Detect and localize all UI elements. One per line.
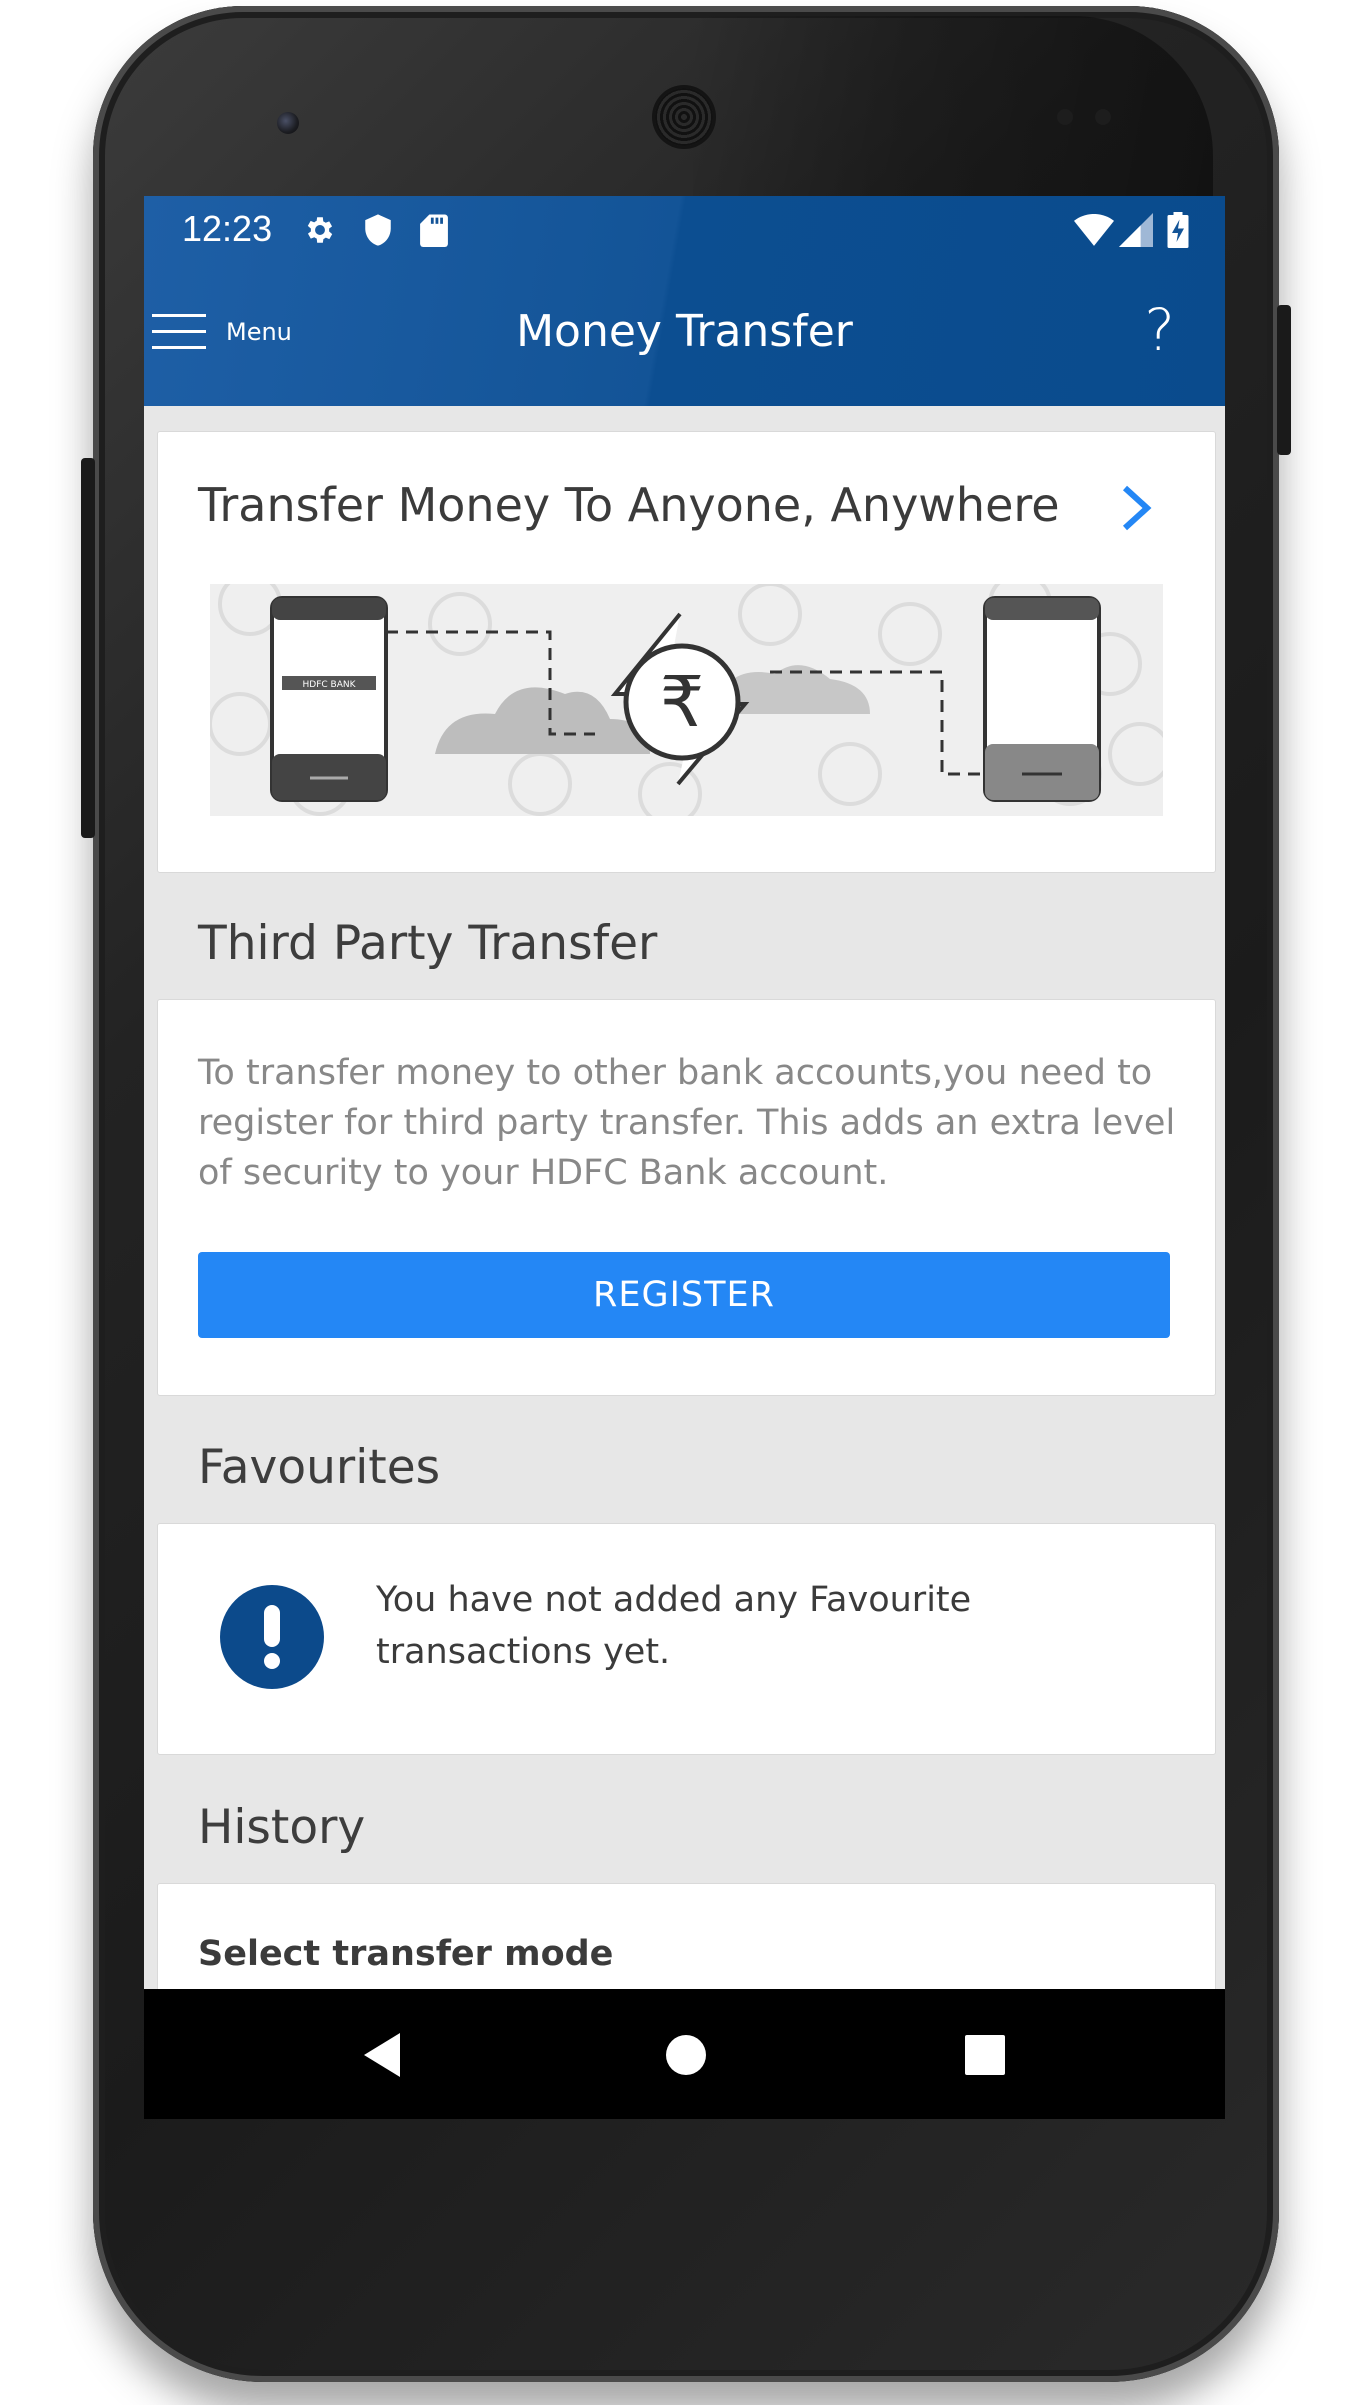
select-transfer-mode-label: Select transfer mode	[198, 1934, 614, 1974]
light-sensor	[1095, 109, 1111, 125]
banner-logo-text: HDFC BANK	[303, 680, 357, 690]
proximity-sensor	[1057, 109, 1073, 125]
promo-banner-illustration: HDFC BANK ₹	[210, 584, 1163, 816]
home-icon[interactable]	[656, 2027, 716, 2083]
page-title: Money Transfer	[516, 306, 853, 357]
shield-icon	[358, 210, 398, 250]
third-party-card: To transfer money to other bank accounts…	[157, 999, 1216, 1396]
system-nav-bar	[144, 1989, 1225, 2119]
main-content: Transfer Money To Anyone, Anywhere HDFC …	[144, 406, 1225, 2085]
wifi-icon	[1074, 210, 1114, 250]
svg-text:₹: ₹	[660, 661, 705, 743]
battery-charging-icon	[1158, 210, 1198, 250]
signal-icon	[1116, 210, 1156, 250]
sd-card-icon	[414, 210, 454, 250]
favourites-heading: Favourites	[198, 1440, 441, 1495]
register-button[interactable]: REGISTER	[198, 1252, 1170, 1338]
favourites-card: You have not added any Favourite transac…	[157, 1523, 1216, 1755]
history-heading: History	[198, 1800, 366, 1855]
settings-icon	[300, 210, 340, 250]
status-bar: 12:23	[144, 196, 1225, 276]
help-button[interactable]: ?	[1144, 296, 1175, 364]
app-bar: 12:23 Menu Money Transfer ?	[144, 196, 1225, 406]
earpiece-speaker	[655, 88, 713, 146]
front-camera	[277, 112, 299, 134]
third-party-heading: Third Party Transfer	[198, 916, 658, 971]
power-button	[1277, 305, 1291, 455]
volume-buttons	[81, 458, 95, 838]
toolbar: Menu Money Transfer ?	[144, 276, 1225, 406]
recents-icon[interactable]	[955, 2027, 1015, 2083]
back-icon[interactable]	[354, 2027, 414, 2083]
exclamation-icon	[220, 1585, 324, 1689]
promo-title: Transfer Money To Anyone, Anywhere	[198, 478, 1060, 532]
status-time: 12:23	[182, 208, 273, 249]
chevron-right-icon[interactable]	[1115, 484, 1155, 531]
favourites-empty-message: You have not added any Favourite transac…	[376, 1580, 972, 1672]
phone-sheen	[693, 16, 1213, 206]
transfer-promo-card[interactable]: Transfer Money To Anyone, Anywhere HDFC …	[157, 431, 1216, 873]
third-party-description: To transfer money to other bank accounts…	[198, 1053, 1176, 1193]
screen: 12:23 Menu Money Transfer ? Transfer Mon…	[144, 196, 1225, 2119]
